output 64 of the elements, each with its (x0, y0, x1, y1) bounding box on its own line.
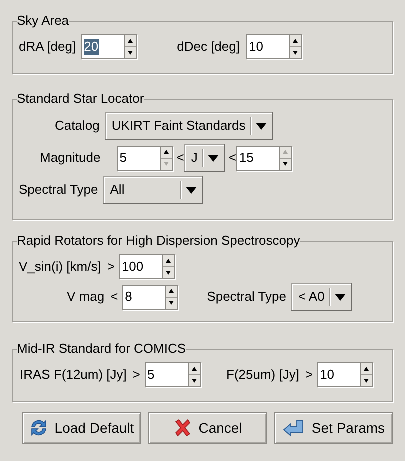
operator-label: > (107, 258, 115, 276)
spin-field[interactable]: 5 (116, 146, 173, 170)
caret-icon (208, 154, 219, 162)
dialog-button[interactable]: Set Params (274, 412, 393, 444)
spin-field[interactable]: 10 (246, 34, 302, 59)
group-title: Mid-IR Standard for COMICS (17, 342, 186, 356)
down-arrow-icon (169, 301, 174, 305)
field-label: Spectral Type (19, 181, 98, 200)
up-arrow-icon (169, 289, 174, 293)
field-label: dDec [deg] (177, 38, 240, 56)
field-label: V mag (67, 288, 105, 306)
group-title: Rapid Rotators for High Dispersion Spectroscopy (17, 234, 300, 248)
down-arrow-icon (128, 50, 134, 54)
dropdown-button[interactable]: < A0 (291, 283, 352, 311)
operator-label: < (110, 288, 118, 306)
caret-icon (186, 186, 198, 194)
spin-field[interactable]: 100 (118, 254, 175, 279)
operator-label: > (305, 366, 314, 384)
up-arrow-icon (164, 150, 169, 154)
field-label: IRAS F(12um) [Jy] (20, 366, 127, 384)
spin-field[interactable]: 15 (236, 146, 292, 170)
spin-field[interactable]: 5 (144, 362, 201, 387)
refresh-icon (28, 418, 49, 438)
operator-label: > (132, 366, 141, 384)
field-label: V_sin(i) [km/s] (19, 258, 102, 276)
operator-label: < (228, 149, 236, 168)
spin-field[interactable]: 10 (317, 362, 374, 387)
dropdown-button[interactable]: UKIRT Faint Standards (104, 112, 273, 140)
dropdown-button[interactable]: All (103, 176, 204, 204)
group-title: Standard Star Locator (17, 92, 144, 106)
dialog-button[interactable]: Cancel (148, 412, 267, 444)
field-value: 100 (122, 258, 144, 274)
field-label: Magnitude (40, 149, 101, 168)
close-icon (172, 418, 193, 438)
down-arrow-icon (192, 378, 197, 382)
up-arrow-icon (128, 38, 134, 42)
field-value: 10 (248, 38, 264, 54)
down-arrow-icon (283, 162, 288, 166)
spin-field[interactable]: 20 (81, 34, 138, 59)
down-arrow-icon (166, 270, 171, 274)
operator-label: < (176, 149, 184, 168)
caret-icon (256, 122, 267, 130)
up-arrow-icon (192, 366, 197, 370)
field-label: dRA [deg] (19, 38, 76, 56)
up-arrow-icon (364, 366, 370, 370)
field-value: 10 (320, 366, 335, 382)
caret-icon (334, 294, 346, 300)
group-title: Sky Area (17, 14, 70, 28)
return-arrow-icon (282, 418, 306, 438)
field-value: 20 (84, 38, 99, 54)
down-arrow-icon (364, 378, 370, 382)
up-arrow-icon (292, 38, 298, 42)
field-value: 15 (239, 150, 254, 166)
field-label: F(25um) [Jy] (226, 366, 300, 384)
down-arrow-icon (292, 50, 298, 54)
field-label: Catalog (55, 117, 100, 136)
up-arrow-icon (166, 258, 171, 262)
spin-field[interactable]: 8 (122, 284, 178, 310)
dialog-button[interactable]: Load Default (22, 412, 141, 444)
field-value: 5 (148, 366, 155, 382)
field-value: 5 (120, 150, 127, 166)
field-label: Spectral Type (207, 288, 286, 306)
field-value: 8 (125, 289, 132, 305)
dropdown-button[interactable]: J (184, 144, 225, 172)
